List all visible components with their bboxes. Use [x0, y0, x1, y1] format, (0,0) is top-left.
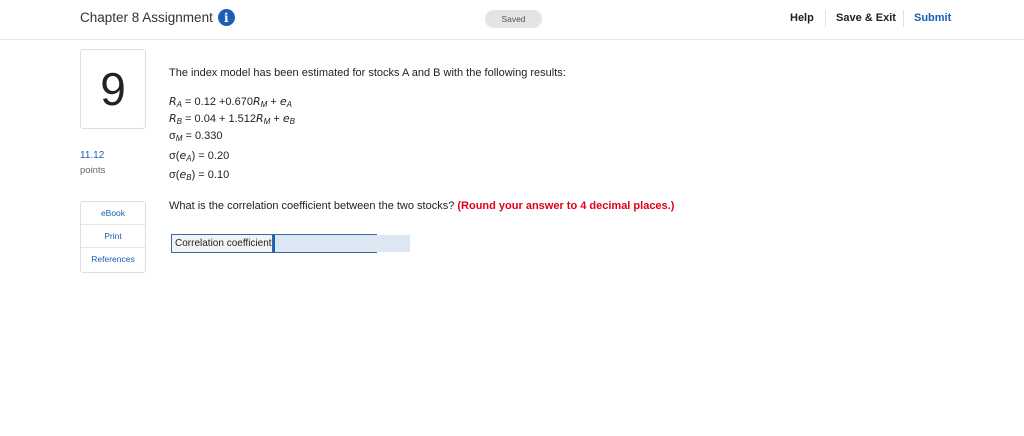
sub-b: B	[289, 117, 296, 126]
var-r: R	[169, 112, 177, 125]
eq-text: = 0.04 + 1.512	[182, 113, 257, 125]
top-bar: Chapter 8 Assignment i Saved Help Save &…	[0, 0, 1024, 40]
equation-ra: RA = 0.12 +0.670RM + eA	[169, 95, 292, 109]
var-e: e	[282, 112, 290, 125]
var-e: e	[279, 95, 287, 108]
resources-panel: eBook Print References	[80, 201, 146, 273]
eq-text: = 0.330	[182, 130, 223, 142]
equation-sigma-m: σM = 0.330	[169, 130, 223, 143]
var-r: R	[256, 112, 264, 125]
sub-a: A	[286, 100, 292, 109]
divider	[825, 10, 826, 27]
info-icon[interactable]: i	[217, 9, 235, 26]
print-link[interactable]: Print	[81, 225, 145, 248]
var-r: R	[169, 95, 177, 108]
var-r: R	[252, 95, 261, 108]
eq-text: σ(	[169, 169, 180, 181]
assignment-title: Chapter 8 Assignment	[80, 10, 213, 25]
sigma: σ	[169, 130, 176, 142]
divider	[903, 10, 904, 27]
answer-row: Correlation coefficient	[171, 234, 410, 253]
rounding-instruction: (Round your answer to 4 decimal places.)	[457, 200, 675, 212]
save-exit-button[interactable]: Save & Exit	[836, 12, 896, 24]
eq-text: ) = 0.20	[191, 150, 230, 162]
eq-text: +	[267, 96, 280, 108]
eq-text: ) = 0.10	[191, 169, 230, 181]
question-number: 9	[100, 63, 126, 115]
prompt-text: What is the correlation coefficient betw…	[169, 200, 458, 212]
equation-sigma-ea: σ(eA) = 0.20	[169, 149, 229, 163]
points-label: points	[80, 165, 106, 176]
equation-sigma-eb: σ(eB) = 0.10	[169, 168, 229, 182]
submit-button[interactable]: Submit	[914, 12, 951, 24]
eq-text: σ(	[169, 150, 180, 162]
eq-text: = 0.12 +0.670	[182, 96, 253, 108]
correlation-coefficient-label: Correlation coefficient	[172, 235, 273, 252]
assignment-title-group: Chapter 8 Assignment i	[80, 9, 235, 26]
question-number-box: 9	[80, 49, 146, 129]
points-value: 11.12	[80, 150, 105, 161]
saved-status-badge: Saved	[485, 10, 542, 28]
eq-text: +	[270, 113, 283, 125]
question-intro: The index model has been estimated for s…	[169, 67, 566, 79]
ebook-link[interactable]: eBook	[81, 202, 145, 225]
correlation-coefficient-input[interactable]	[272, 235, 410, 252]
equation-rb: RB = 0.04 + 1.512RM + eB	[169, 112, 295, 126]
question-prompt: What is the correlation coefficient betw…	[169, 200, 674, 212]
help-button[interactable]: Help	[790, 12, 814, 24]
references-link[interactable]: References	[81, 248, 145, 271]
